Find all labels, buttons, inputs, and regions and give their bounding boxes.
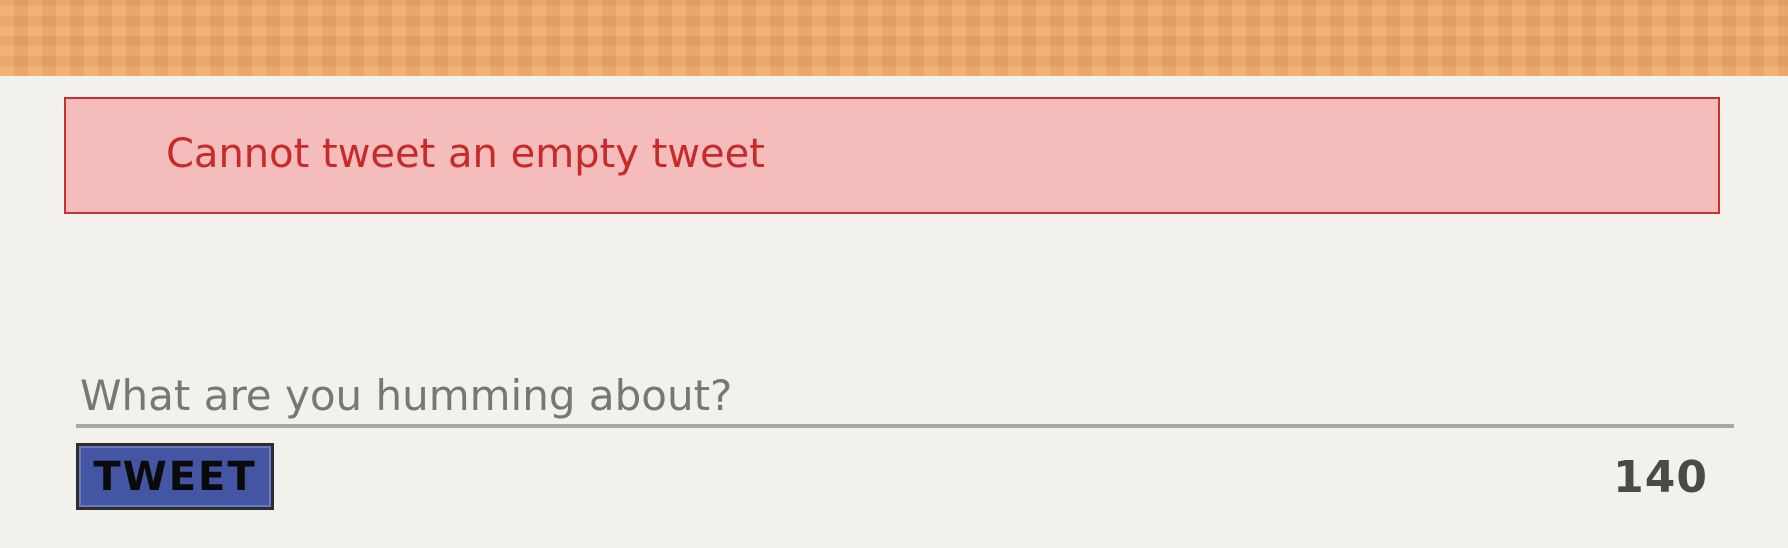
error-alert: Cannot tweet an empty tweet	[64, 97, 1720, 214]
header-banner	[0, 0, 1788, 76]
tweet-input[interactable]	[76, 366, 1734, 428]
tweet-button[interactable]: TWEET	[76, 443, 274, 510]
error-message: Cannot tweet an empty tweet	[166, 131, 765, 177]
char-counter: 140	[1613, 452, 1708, 503]
tweet-button-label: TWEET	[93, 453, 257, 500]
